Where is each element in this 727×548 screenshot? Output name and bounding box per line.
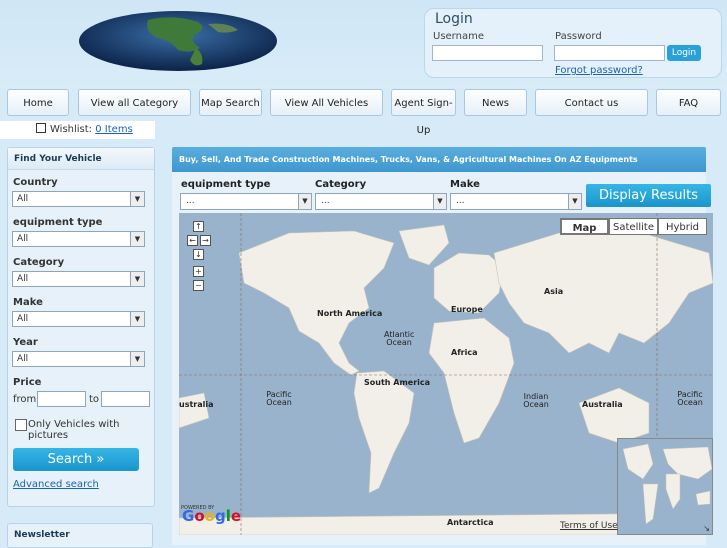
forgot-password-link[interactable]: Forgot password?	[555, 65, 643, 76]
globe-logo[interactable]	[78, 10, 278, 72]
filter-category-label: Category	[315, 179, 367, 190]
password-input[interactable]	[554, 45, 665, 61]
label-pacific-right: Pacific Ocean	[677, 390, 703, 407]
chevron-down-icon: ▼	[298, 194, 311, 209]
map-type-map[interactable]: Map	[560, 218, 609, 235]
equipment-select[interactable]: All ▼	[12, 231, 145, 247]
login-title: Login	[435, 11, 473, 27]
label-atlantic: Atlantic Ocean	[384, 330, 415, 347]
advanced-search-link[interactable]: Advanced search	[13, 479, 99, 490]
pictures-checkbox[interactable]	[15, 419, 27, 431]
price-to-label: to	[89, 394, 100, 405]
label-indian: Indian Ocean	[523, 392, 549, 409]
zoom-in-icon[interactable]: +	[193, 266, 204, 277]
filter-equipment-label: equipment type	[181, 179, 271, 190]
filter-make-select[interactable]: ... ▼	[450, 193, 582, 210]
price-from-input[interactable]	[37, 391, 86, 407]
pan-right-icon[interactable]: →	[200, 235, 211, 246]
password-label: Password	[555, 31, 602, 42]
filter-category-select[interactable]: ... ▼	[315, 193, 447, 210]
username-input[interactable]	[432, 45, 543, 61]
country-select[interactable]: All ▼	[12, 191, 145, 207]
nav-contact-us[interactable]: Contact us	[535, 89, 648, 116]
pan-down-icon[interactable]: ↓	[193, 249, 204, 260]
finder-title: Find Your Vehicle	[8, 148, 154, 170]
nav-view-all-vehicles[interactable]: View All Vehicles	[270, 89, 383, 116]
find-vehicle-panel: Find Your Vehicle Country All ▼ equipment…	[7, 147, 155, 507]
wishlist-icon	[36, 123, 46, 133]
chevron-down-icon: ▼	[130, 232, 144, 246]
chevron-down-icon: ▼	[130, 192, 144, 206]
year-label: Year	[13, 337, 38, 348]
filter-make-label: Make	[450, 179, 480, 190]
overview-land	[618, 439, 712, 534]
label-antarctica: Antarctica	[447, 518, 494, 527]
country-label: Country	[13, 177, 58, 188]
price-label: Price	[13, 377, 42, 388]
map-type-hybrid[interactable]: Hybrid	[658, 218, 707, 235]
make-select[interactable]: All ▼	[12, 311, 145, 327]
google-logo: Google	[182, 507, 242, 525]
category-label: Category	[13, 257, 65, 268]
overview-collapse-icon[interactable]: ↘	[703, 524, 710, 533]
search-button[interactable]: Search »	[13, 448, 139, 471]
login-button[interactable]: Login	[667, 45, 701, 61]
category-select[interactable]: All ▼	[12, 271, 145, 287]
chevron-down-icon: ▼	[433, 194, 446, 209]
wishlist-label: Wishlist:	[50, 124, 93, 135]
price-from-label: from	[13, 394, 37, 405]
login-box: Login Username Password Login Forgot pas…	[424, 8, 722, 78]
pan-left-icon[interactable]: ←	[187, 235, 198, 246]
nav-view-all-category[interactable]: View all Category	[78, 89, 191, 116]
chevron-down-icon: ▼	[130, 272, 144, 286]
display-results-button[interactable]: Display Results	[586, 184, 711, 207]
chevron-down-icon: ▼	[130, 352, 144, 366]
chevron-down-icon: ▼	[130, 312, 144, 326]
terms-of-use-link[interactable]: Terms of Use	[560, 521, 618, 531]
nav-agent-signup[interactable]: Agent Sign-Up	[391, 89, 456, 136]
zoom-out-icon[interactable]: −	[193, 280, 204, 291]
pictures-label: Only Vehicles with pictures	[28, 419, 120, 441]
map-type-satellite[interactable]: Satellite	[609, 218, 658, 235]
price-to-input[interactable]	[101, 391, 150, 407]
pan-up-icon[interactable]: ↑	[193, 221, 204, 232]
nav-faq[interactable]: FAQ	[656, 89, 721, 116]
label-north-america: North America	[317, 309, 383, 318]
label-africa: Africa	[451, 348, 478, 357]
label-asia: Asia	[544, 287, 564, 296]
label-australia: Australia	[582, 400, 623, 409]
make-label: Make	[13, 297, 43, 308]
nav-map-search[interactable]: Map Search	[199, 89, 262, 116]
nav-home[interactable]: Home	[7, 89, 69, 116]
nav-news[interactable]: News	[464, 89, 527, 116]
equipment-label: equipment type	[13, 217, 103, 228]
wishlist-items-link[interactable]: 0 Items	[95, 124, 133, 135]
label-south-america: South America	[364, 378, 431, 387]
filter-equipment-select[interactable]: ... ▼	[180, 193, 312, 210]
chevron-down-icon: ▼	[568, 194, 581, 209]
label-europe: Europe	[451, 305, 483, 314]
year-select[interactable]: All ▼	[12, 351, 145, 367]
newsletter-title: Newsletter	[7, 523, 153, 548]
wishlist: Wishlist: 0 Items	[0, 121, 155, 139]
label-australia-left: ustralia	[179, 400, 214, 409]
username-label: Username	[433, 31, 484, 42]
label-pacific-left: Pacific Ocean	[266, 390, 292, 407]
banner-text: Buy, Sell, And Trade Construction Machin…	[172, 147, 706, 172]
overview-map[interactable]: ↘	[617, 438, 713, 535]
